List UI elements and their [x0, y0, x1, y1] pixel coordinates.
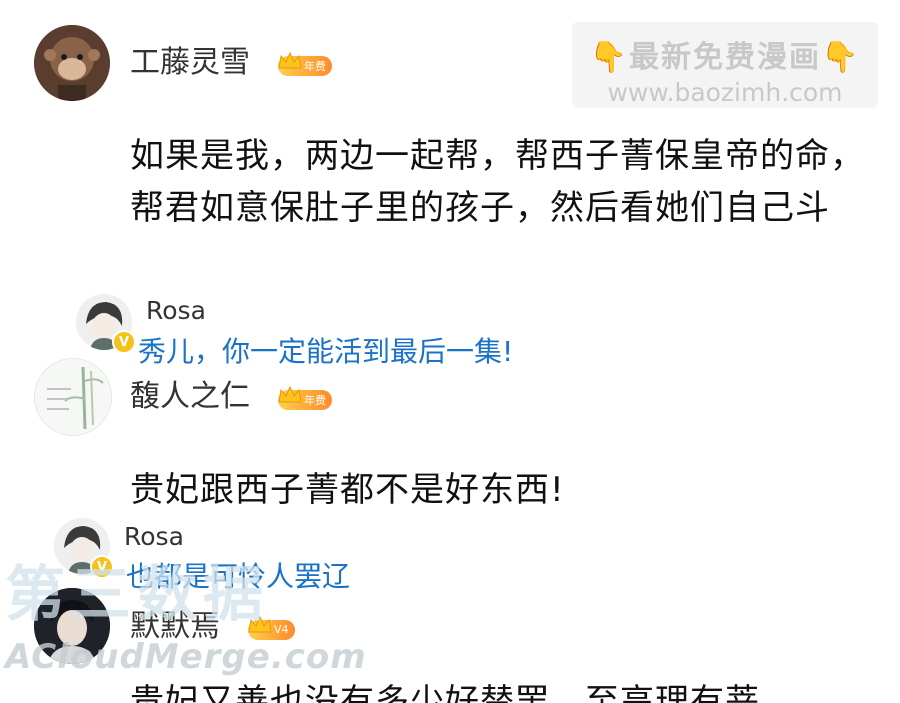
watermark-banner: 👇最新免费漫画👇 www.baozimh.com [572, 22, 878, 108]
vip-badge-label: 年费 [304, 59, 326, 73]
crown-icon [278, 385, 302, 402]
reply-text: 也都是可怜人罢辽 [126, 560, 351, 593]
reply-username[interactable]: Rosa [146, 298, 206, 323]
avatar-monkey[interactable] [34, 25, 110, 101]
comment-username[interactable]: 工藤灵雪 [130, 48, 250, 78]
comment-username[interactable]: 默默焉 [130, 612, 220, 642]
level-badge: V4 [248, 615, 295, 640]
vip-badge: 年费 [278, 385, 332, 410]
vip-badge-label: 年费 [304, 393, 326, 407]
verified-v-icon: V [90, 555, 114, 579]
level-badge-label: V4 [274, 623, 289, 636]
comment-text: 贵妃跟西子菁都不是好东西! [130, 470, 565, 510]
comment-username[interactable]: 馥人之仁 [130, 382, 250, 412]
comment-text: 贵妃又善也没有多少好替罢，至高理有菩 [130, 682, 760, 703]
crown-icon [248, 615, 272, 632]
avatar-portrait[interactable] [34, 588, 110, 664]
watermark-url: www.baozimh.com [607, 78, 843, 107]
watermark-title: 👇最新免费漫画👇 [589, 40, 861, 75]
vip-badge: 年费 [278, 51, 332, 76]
comment-text: 如果是我，两边一起帮，帮西子菁保皇帝的命，帮君如意保肚子里的孩子，然后看她们自己… [130, 136, 865, 228]
crown-icon [278, 51, 302, 68]
reply-text: 秀儿，你一定能活到最后一集! [138, 335, 514, 368]
reply-username[interactable]: Rosa [124, 524, 184, 549]
verified-v-icon: V [112, 330, 136, 354]
avatar-bamboo[interactable] [34, 358, 112, 436]
